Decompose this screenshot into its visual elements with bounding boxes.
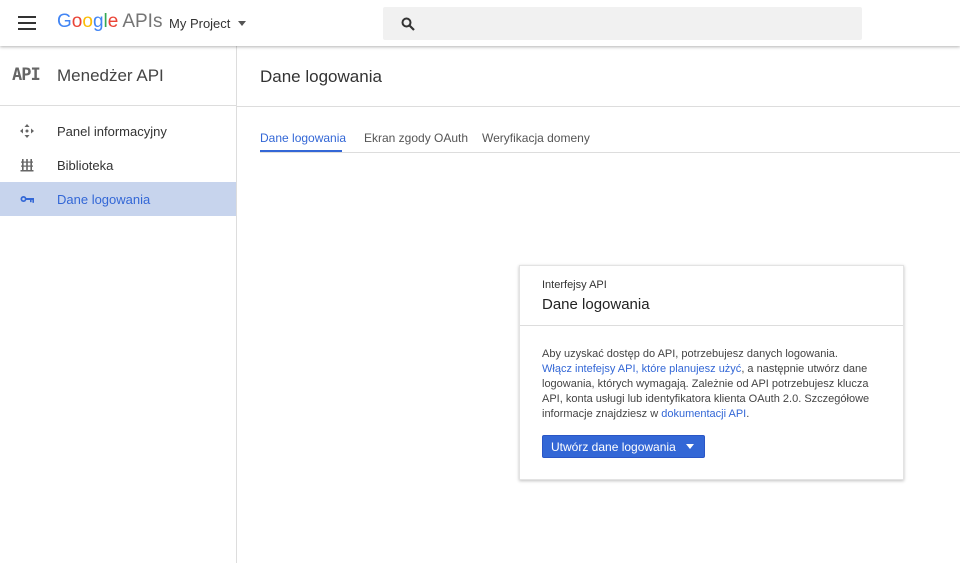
api-docs-link[interactable]: dokumentacji API [661, 408, 746, 420]
credentials-card: Interfejsy API Dane logowania Aby uzyska… [519, 265, 904, 480]
logo-letter: g [92, 11, 104, 32]
sidebar-item-credentials[interactable]: Dane logowania [0, 182, 236, 216]
tab-bar: Dane logowania Ekran zgody OAuth Weryfik… [260, 122, 960, 153]
logo-letter: o [71, 11, 83, 32]
sidebar-item-dashboard[interactable]: Panel informacyjny [0, 114, 236, 148]
library-icon [20, 159, 34, 172]
card-header: Interfejsy API Dane logowania [520, 266, 903, 326]
button-label: Utwórz dane logowania [551, 439, 676, 454]
tab-domain-verification[interactable]: Weryfikacja domeny [482, 131, 590, 145]
search-bar[interactable] [383, 7, 862, 40]
project-selector[interactable]: My Project [169, 16, 247, 31]
sidebar-item-label: Dane logowania [57, 192, 151, 207]
main-content: Dane logowania Dane logowania Ekran zgod… [237, 46, 960, 563]
sidebar-header: API Menedżer API [0, 46, 236, 106]
sidebar-item-library[interactable]: Biblioteka [0, 148, 236, 182]
search-icon [401, 17, 415, 31]
page-header: Dane logowania [237, 46, 960, 107]
enable-apis-link[interactable]: Włącz intefejsy API, które planujesz uży… [542, 363, 741, 375]
top-app-bar: Google APIs My Project [0, 0, 960, 46]
api-badge: API [12, 65, 41, 85]
sidebar: API Menedżer API Panel informacyjny Bibl… [0, 46, 237, 563]
project-name: My Project [169, 16, 231, 31]
card-title: Dane logowania [542, 296, 650, 313]
card-subtitle: Interfejsy API [542, 279, 607, 291]
card-description: Aby uzyskać dostęp do API, potrzebujesz … [542, 347, 887, 422]
caret-down-icon [685, 444, 694, 449]
create-credentials-button[interactable]: Utwórz dane logowania [542, 435, 705, 458]
logo-letter: G [57, 11, 72, 32]
logo-apis-text: APIs [122, 11, 163, 32]
key-icon [20, 196, 34, 203]
sidebar-item-label: Panel informacyjny [57, 124, 167, 139]
description-text: Aby uzyskać dostęp do API, potrzebujesz … [542, 348, 838, 360]
sidebar-nav: Panel informacyjny Biblioteka Dane logow… [0, 106, 236, 216]
page-title: Dane logowania [260, 67, 382, 86]
tab-oauth-consent[interactable]: Ekran zgody OAuth [364, 131, 468, 145]
logo-letter: o [82, 11, 93, 32]
dashboard-icon [20, 124, 34, 138]
google-apis-logo[interactable]: Google APIs [57, 11, 162, 33]
logo-letter: e [107, 11, 119, 32]
description-text: . [746, 408, 750, 420]
sidebar-item-label: Biblioteka [57, 158, 114, 173]
tab-credentials[interactable]: Dane logowania [260, 131, 346, 145]
active-tab-indicator [260, 150, 342, 152]
caret-down-icon [238, 21, 247, 26]
sidebar-title: Menedżer API [57, 66, 164, 85]
menu-icon[interactable] [18, 16, 36, 30]
